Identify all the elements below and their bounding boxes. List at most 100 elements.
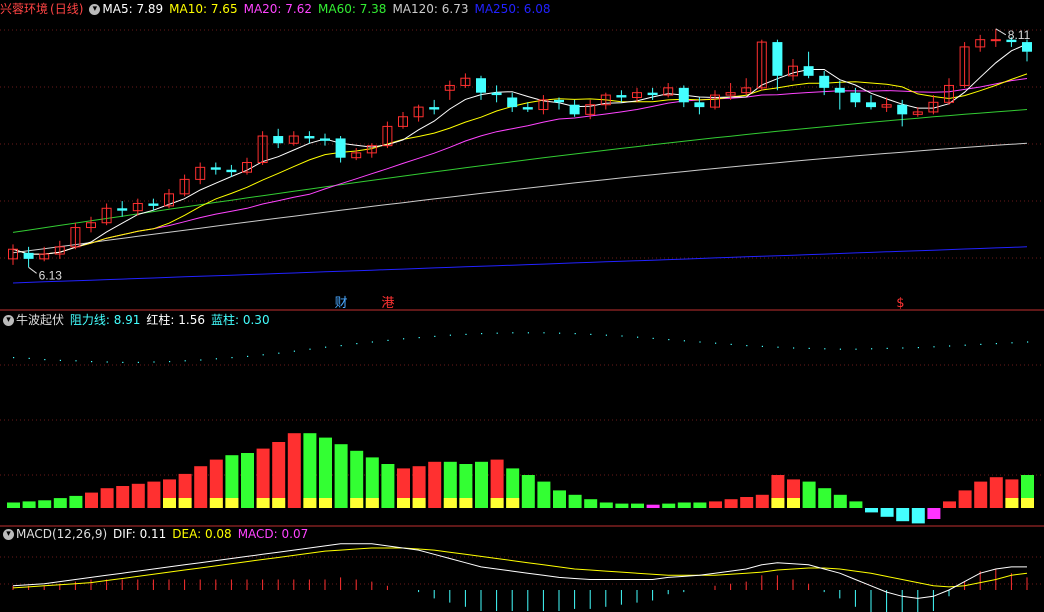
- indicator-bar: [319, 437, 332, 508]
- resistance-dot: [699, 341, 701, 343]
- resistance-dot: [933, 346, 935, 348]
- resistance-dot: [715, 342, 717, 344]
- indicator-bar: [241, 453, 254, 508]
- event-marker: $: [896, 296, 904, 311]
- resistance-dot: [886, 347, 888, 349]
- resistance-dot: [59, 359, 61, 361]
- resistance-dot: [184, 360, 186, 362]
- resistance-dot: [1027, 341, 1029, 343]
- indicator-bar: [553, 490, 566, 508]
- resistance-dot: [481, 333, 483, 335]
- candle-body: [429, 107, 440, 110]
- candle-body: [569, 104, 580, 115]
- indicator-bar: [381, 464, 395, 508]
- candle-body: [772, 42, 783, 76]
- indicator-bar: [303, 433, 317, 508]
- indicator-bar: [927, 508, 941, 519]
- resistance-dot: [356, 343, 358, 345]
- resistance-dot: [387, 339, 389, 341]
- resistance-dot: [746, 345, 748, 347]
- indicator-bar-base: [506, 498, 520, 508]
- candle-body: [866, 102, 876, 108]
- indicator-bar: [631, 503, 644, 508]
- resistance-dot: [262, 354, 264, 356]
- candle-body: [522, 107, 533, 110]
- indicator-bar-base: [272, 498, 286, 508]
- indicator-bar: [724, 499, 738, 508]
- candle-body: [273, 136, 284, 144]
- resistance-dot: [637, 336, 639, 338]
- resistance-dot: [793, 347, 795, 349]
- indicator-bar: [584, 499, 598, 508]
- resistance-dot: [293, 350, 295, 352]
- resistance-dot: [75, 360, 77, 362]
- indicator-bar-base: [163, 498, 176, 508]
- indicator-bar: [22, 501, 36, 508]
- indicator-bar-base: [365, 498, 379, 508]
- macd-dif-line: [12, 543, 1027, 599]
- indicator-bar: [802, 481, 816, 508]
- event-marker: 财: [335, 296, 348, 311]
- indicator-bar: [662, 503, 676, 508]
- candle-body: [117, 208, 128, 211]
- ma250-line: [12, 246, 1028, 284]
- resistance-dot: [668, 339, 670, 341]
- candle-body: [507, 97, 518, 108]
- resistance-dot: [995, 343, 997, 345]
- indicator-bar: [740, 497, 754, 508]
- candle-body: [335, 138, 346, 158]
- high-price-label: 8.11: [1008, 28, 1031, 42]
- candle-body: [803, 66, 814, 76]
- indicator-bar: [287, 433, 301, 508]
- resistance-dot: [574, 333, 576, 335]
- resistance-dot: [652, 337, 654, 339]
- candle-body: [226, 169, 237, 173]
- event-marker: 港: [381, 296, 394, 311]
- resistance-dot: [590, 333, 592, 335]
- indicator-bar: [69, 495, 83, 508]
- indicator-bar-base: [443, 498, 457, 508]
- candle-body: [616, 95, 627, 98]
- indicator-bar-base: [1005, 498, 1019, 508]
- indicator-bar-base: [209, 498, 223, 508]
- resistance-dot: [559, 332, 561, 334]
- indicator-bar-base: [178, 498, 192, 508]
- candle-body: [210, 167, 221, 170]
- indicator-bar: [865, 508, 878, 513]
- resistance-dot: [215, 358, 217, 360]
- candle-body: [678, 87, 689, 103]
- resistance-dot: [371, 341, 373, 343]
- candle-body: [694, 102, 705, 108]
- indicator-bar: [38, 500, 52, 508]
- candle-body: [897, 104, 908, 115]
- indicator-bar-base: [397, 498, 410, 508]
- indicator-bar: [677, 502, 691, 508]
- resistance-dot: [169, 361, 171, 363]
- indicator-bar: [568, 494, 582, 508]
- resistance-dot: [325, 346, 327, 348]
- candle-body: [834, 87, 845, 93]
- candle-body: [304, 136, 315, 139]
- resistance-dot: [949, 345, 951, 347]
- resistance-dot: [418, 337, 420, 339]
- resistance-dot: [200, 359, 202, 361]
- resistance-dot: [855, 348, 857, 350]
- candle-body: [819, 75, 830, 88]
- resistance-dot: [683, 340, 685, 342]
- resistance-dot: [839, 348, 841, 350]
- resistance-dot: [964, 344, 966, 346]
- indicator-bar-base: [412, 498, 426, 508]
- resistance-dot: [917, 347, 919, 349]
- resistance-dot: [621, 335, 623, 337]
- indicator-bar-base: [490, 498, 504, 508]
- candle-body: [320, 138, 330, 141]
- indicator-bar-base: [350, 498, 364, 508]
- low-price-label: 6.13: [39, 268, 63, 282]
- candle-body: [850, 92, 861, 103]
- resistance-dot: [605, 334, 607, 336]
- stock-chart[interactable]: 8.11 6.13 财 港 $: [0, 0, 1044, 612]
- low-pointer: [28, 266, 37, 274]
- indicator-bar: [849, 501, 863, 508]
- resistance-dot: [247, 355, 249, 357]
- indicator-bar: [599, 502, 613, 508]
